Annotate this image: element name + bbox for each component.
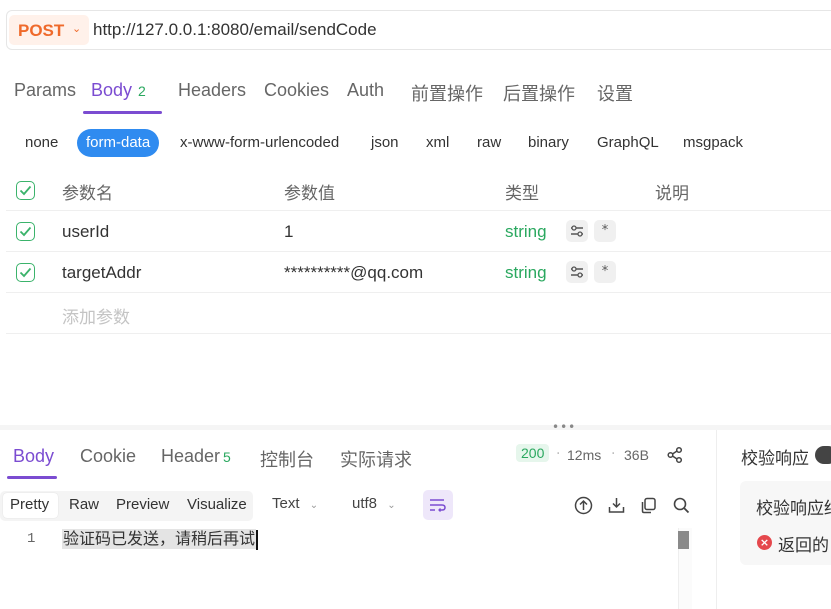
format-preview[interactable]: Preview bbox=[116, 496, 169, 526]
tab-body-badge: 2 bbox=[138, 83, 146, 99]
content-type-select[interactable]: Text ⌄ bbox=[272, 495, 318, 512]
active-tab-indicator bbox=[7, 476, 57, 479]
wrap-icon bbox=[430, 499, 446, 512]
validation-result-title: 校验响应结 bbox=[756, 499, 831, 519]
chevron-down-icon: ⌄ bbox=[72, 22, 82, 35]
param-value[interactable]: **********@qq.com bbox=[284, 263, 423, 283]
body-type-urlencoded[interactable]: x-www-form-urlencoded bbox=[180, 134, 339, 151]
body-type-binary[interactable]: binary bbox=[528, 134, 569, 151]
line-number: 1 bbox=[27, 531, 36, 547]
settings-sliders-icon[interactable] bbox=[566, 261, 588, 283]
response-tab-header[interactable]: Header 5 bbox=[161, 446, 231, 467]
body-type-xml[interactable]: xml bbox=[426, 134, 449, 151]
validation-toggle[interactable] bbox=[815, 446, 831, 464]
tab-body-label: Body bbox=[91, 80, 133, 100]
param-value[interactable]: 1 bbox=[284, 222, 293, 242]
add-param-input[interactable]: 添加参数 bbox=[62, 303, 130, 328]
required-toggle[interactable]: * bbox=[594, 261, 616, 283]
select-all-checkbox[interactable] bbox=[16, 181, 35, 200]
search-icon[interactable] bbox=[672, 496, 691, 515]
text-cursor bbox=[256, 530, 258, 550]
download-icon[interactable] bbox=[607, 496, 626, 515]
content-type-value: Text bbox=[272, 495, 300, 512]
required-toggle[interactable]: * bbox=[594, 220, 616, 242]
response-time: 12ms bbox=[567, 447, 602, 463]
scrollbar-thumb[interactable] bbox=[678, 531, 689, 549]
row-divider bbox=[6, 251, 831, 252]
body-type-none[interactable]: none bbox=[25, 134, 58, 151]
row-divider bbox=[6, 210, 831, 211]
row-divider bbox=[6, 292, 831, 293]
param-type[interactable]: string bbox=[505, 222, 547, 242]
body-type-raw[interactable]: raw bbox=[477, 134, 501, 151]
response-tab-header-label: Header bbox=[161, 446, 221, 466]
format-pretty[interactable]: Pretty bbox=[10, 496, 49, 526]
status-badge: 200 bbox=[516, 444, 550, 462]
encoding-select[interactable]: utf8 ⌄ bbox=[352, 495, 396, 512]
response-tab-header-badge: 5 bbox=[223, 449, 231, 465]
chevron-down-icon: ⌄ bbox=[387, 500, 396, 511]
error-icon: × bbox=[757, 535, 772, 550]
column-header-description: 说明 bbox=[655, 184, 689, 204]
panel-splitter[interactable] bbox=[0, 425, 831, 430]
check-icon bbox=[19, 267, 32, 278]
column-header-name: 参数名 bbox=[62, 184, 113, 204]
format-visualize[interactable]: Visualize bbox=[187, 496, 247, 526]
separator: · bbox=[556, 446, 561, 462]
body-type-form-data[interactable]: form-data bbox=[77, 129, 160, 157]
url-bar: POST ⌄ http://127.0.0.1:8080/email/sendC… bbox=[6, 10, 831, 50]
param-name[interactable]: targetAddr bbox=[62, 263, 141, 283]
check-icon bbox=[19, 185, 32, 196]
check-icon bbox=[19, 226, 32, 237]
format-raw[interactable]: Raw bbox=[69, 496, 99, 526]
tab-cookies[interactable]: Cookies bbox=[264, 80, 329, 101]
row-checkbox[interactable] bbox=[16, 263, 35, 282]
url-input[interactable]: http://127.0.0.1:8080/email/sendCode bbox=[93, 20, 377, 40]
row-checkbox[interactable] bbox=[16, 222, 35, 241]
validation-panel-title: 校验响应 bbox=[741, 449, 809, 469]
settings-sliders-icon[interactable] bbox=[566, 220, 588, 242]
wrap-lines-button[interactable] bbox=[423, 490, 453, 520]
column-header-type: 类型 bbox=[505, 184, 539, 204]
response-size: 36B bbox=[624, 447, 649, 463]
drag-handle-icon[interactable]: ••• bbox=[552, 420, 576, 434]
method-select[interactable]: POST ⌄ bbox=[9, 15, 89, 45]
response-tab-body[interactable]: Body bbox=[13, 446, 54, 467]
tab-pre-actions[interactable]: 前置操作 bbox=[411, 80, 483, 106]
active-tab-indicator bbox=[83, 111, 162, 114]
column-header-value: 参数值 bbox=[284, 184, 335, 204]
row-divider bbox=[6, 333, 831, 334]
separator: · bbox=[611, 446, 616, 462]
body-type-msgpack[interactable]: msgpack bbox=[683, 134, 743, 151]
param-type[interactable]: string bbox=[505, 263, 547, 283]
tab-headers[interactable]: Headers bbox=[178, 80, 246, 101]
body-type-graphql[interactable]: GraphQL bbox=[597, 134, 659, 151]
upload-icon[interactable] bbox=[574, 496, 593, 515]
response-tab-console[interactable]: 控制台 bbox=[260, 446, 314, 472]
response-tab-cookie[interactable]: Cookie bbox=[80, 446, 136, 467]
tab-body[interactable]: Body 2 bbox=[91, 80, 146, 101]
body-type-json[interactable]: json bbox=[371, 134, 399, 151]
param-name[interactable]: userId bbox=[62, 222, 109, 242]
chevron-down-icon: ⌄ bbox=[309, 500, 319, 511]
tab-settings[interactable]: 设置 bbox=[597, 80, 633, 106]
tab-auth[interactable]: Auth bbox=[347, 80, 384, 101]
method-label: POST bbox=[18, 21, 65, 40]
response-body-text[interactable]: 验证码已发送，请稍后再试 bbox=[62, 529, 257, 549]
response-tab-actual-request[interactable]: 实际请求 bbox=[340, 446, 412, 472]
copy-icon[interactable] bbox=[639, 496, 658, 515]
tab-post-actions[interactable]: 后置操作 bbox=[503, 80, 575, 106]
encoding-value: utf8 bbox=[352, 495, 378, 512]
tab-params[interactable]: Params bbox=[14, 80, 76, 101]
share-icon[interactable] bbox=[666, 446, 684, 468]
validation-error-text: 返回的 bbox=[778, 536, 829, 556]
